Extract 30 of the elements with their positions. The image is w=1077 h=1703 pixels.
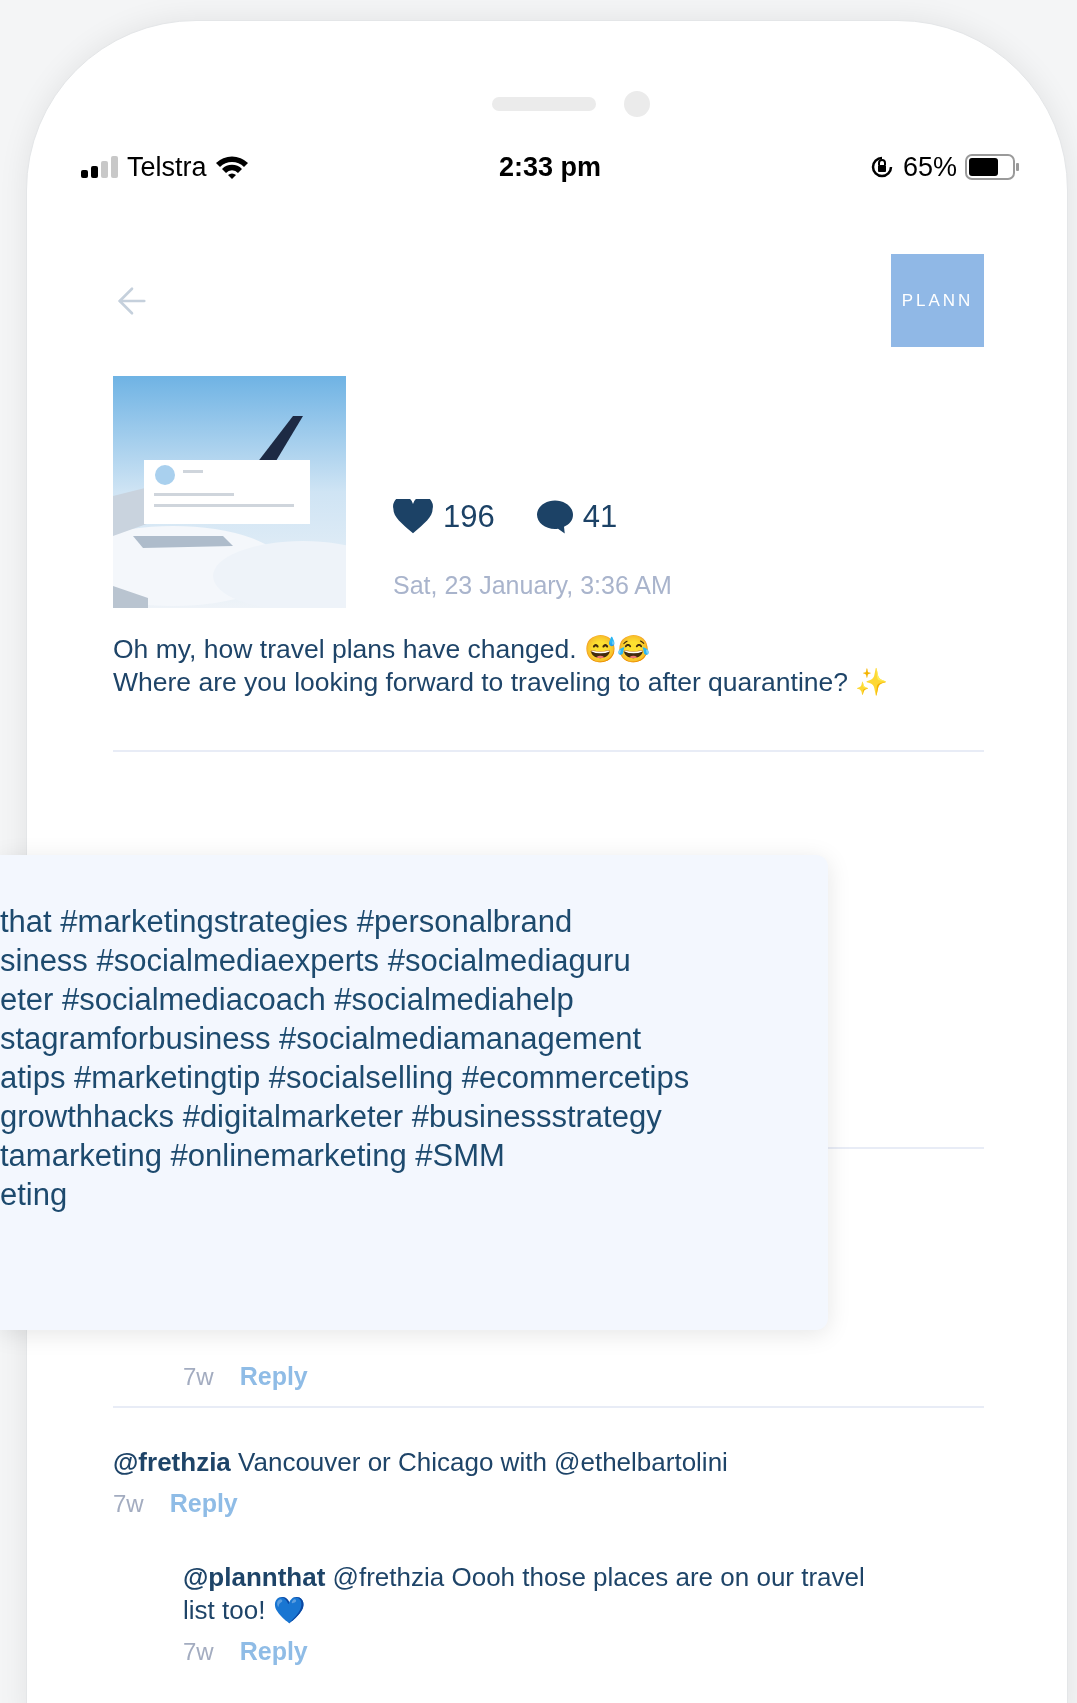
- hashtag-line: stagramforbusiness #socialmediamanagement: [0, 1020, 641, 1058]
- reply-link[interactable]: Reply: [169, 1485, 238, 1523]
- likes-count: 196: [443, 498, 495, 536]
- hashtag-line: atips #marketingtip #socialselling #ecommercetips: [0, 1059, 690, 1097]
- status-time: 2:33 pm: [498, 150, 601, 184]
- reply-link[interactable]: Reply: [239, 1358, 308, 1396]
- hashtag-line: eter #socialmediacoach #socialmediahelp: [0, 981, 574, 1019]
- hashtag-line: tamarketing #onlinemarketing #SMM: [0, 1137, 505, 1175]
- reply-link[interactable]: Reply: [239, 1633, 308, 1671]
- caption-line: Where are you looking forward to traveling to after quarantine? ✨: [113, 666, 890, 699]
- comment-age: 7w: [183, 1362, 214, 1392]
- hashtag-line: siness #socialmediaexperts #socialmediaguru: [0, 942, 631, 980]
- wifi-icon: [214, 154, 249, 180]
- caption-line: Oh my, how travel plans have changed. 😅😂: [113, 633, 651, 666]
- comment-icon: [536, 499, 573, 536]
- comment-age: 7w: [113, 1489, 144, 1519]
- hashtag-line: growthhacks #digitalmarketer #businessstrategy: [0, 1098, 662, 1136]
- heart-icon: [393, 499, 433, 536]
- comment-age: 7w: [183, 1637, 214, 1667]
- hashtag-line: that #marketingstrategies #personalbrand: [0, 903, 573, 941]
- carrier-name: Telstra: [127, 150, 207, 184]
- hashtag-line: eting: [0, 1176, 68, 1214]
- comments-count: 41: [582, 498, 618, 536]
- plann-logo: PLANN: [891, 254, 984, 347]
- battery-icon: [965, 154, 1019, 180]
- comment-text: @plannthat @frethzia Oooh those places are on our travel list too! 💙: [183, 1561, 866, 1627]
- post-date: Sat, 23 January, 3:36 AM: [393, 569, 672, 601]
- comment-text: @frethzia Vancouver or Chicago with @ethelbartolini: [113, 1446, 729, 1479]
- signal-icon: [81, 155, 119, 179]
- battery-percent: 65%: [902, 150, 957, 184]
